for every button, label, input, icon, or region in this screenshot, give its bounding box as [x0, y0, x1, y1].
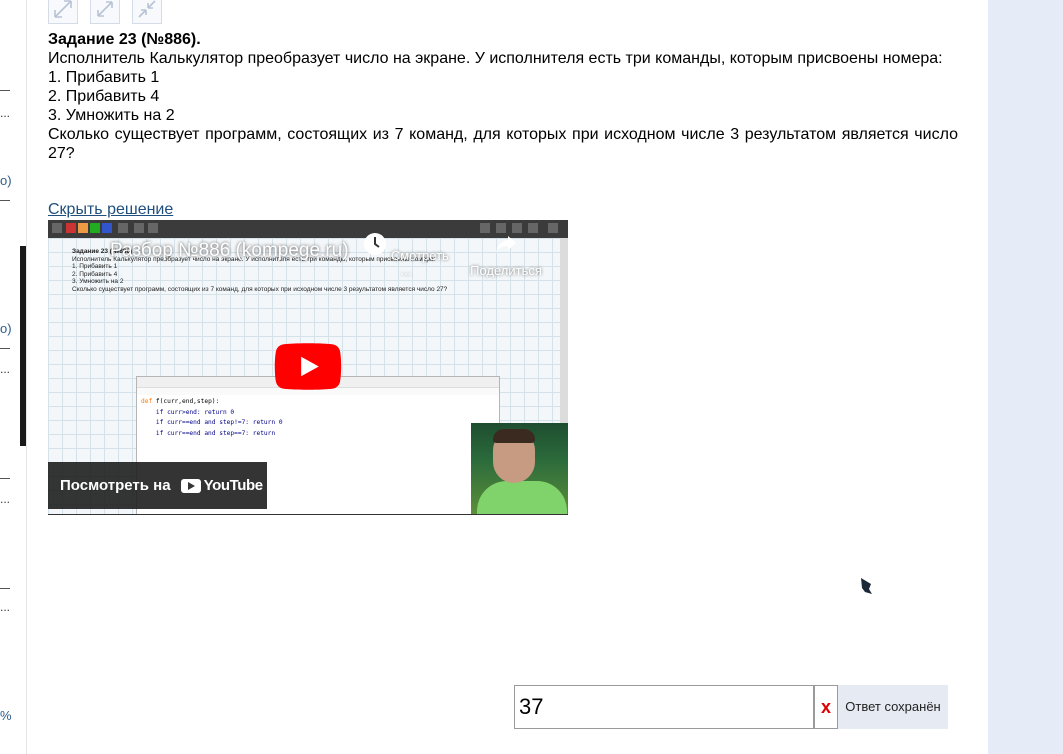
code-line: f(curr,end,step):	[152, 398, 220, 405]
video-task-line: 3. Умножить на 2	[72, 278, 124, 286]
watch-later-button[interactable]: Смотреть ...	[361, 232, 451, 278]
right-panel	[988, 0, 1063, 754]
youtube-logo: YouTube	[180, 477, 264, 494]
watch-on-label: Посмотреть на	[60, 477, 171, 494]
youtube-wordmark: YouTube	[203, 477, 264, 494]
divider	[0, 200, 10, 201]
divider	[0, 90, 10, 91]
divider	[0, 478, 10, 479]
task-question: Сколько существует программ, состоящих и…	[48, 126, 958, 162]
view-toolbar	[48, 0, 162, 24]
sidebar-fragment[interactable]: %	[0, 708, 12, 723]
collapse-diagonal-icon[interactable]	[132, 0, 162, 24]
webcam-overlay	[471, 423, 568, 514]
sidebar-fragment: ...	[0, 362, 11, 376]
code-line: if curr==end and step==7: return	[155, 429, 276, 437]
code-keyword: def	[141, 398, 153, 405]
video-task-line: 2. Прибавить 4	[72, 270, 118, 278]
task-command-2: 2. Прибавить 4	[48, 88, 160, 105]
left-sidebar: ... о) о) ... ... ... %	[0, 0, 27, 754]
code-line: if curr>end: return 0	[155, 408, 235, 416]
answer-input[interactable]: 37	[514, 685, 814, 729]
clear-answer-button[interactable]: x	[814, 685, 838, 729]
divider	[0, 588, 10, 589]
sidebar-fragment[interactable]: о)	[0, 321, 12, 336]
task-statement: Задание 23 (№886). Исполнитель Калькулят…	[48, 30, 958, 163]
expand-diagonal-icon[interactable]	[48, 0, 78, 24]
sidebar-fragment: ...	[0, 492, 11, 506]
share-button[interactable]: Поделиться	[461, 232, 551, 278]
sidebar-fragment[interactable]: о)	[0, 173, 12, 188]
video-task-line: Сколько существует программ, состоящих и…	[72, 285, 448, 293]
play-icon[interactable]	[274, 343, 342, 390]
watch-on-youtube-button[interactable]: Посмотреть на YouTube	[48, 462, 267, 509]
share-label: Поделиться	[470, 263, 542, 278]
task-command-3: 3. Умножить на 2	[48, 107, 175, 124]
video-task-line: 1. Прибавить 1	[72, 263, 118, 271]
webcam-shirt	[477, 481, 567, 514]
code-line: if curr==end and step!=7: return 0	[155, 419, 283, 426]
code-block: def f(curr,end,step): if curr>end: retur…	[141, 397, 499, 439]
hide-solution-link[interactable]: Скрыть решение	[48, 201, 173, 219]
watch-later-label: Смотреть ...	[390, 248, 449, 278]
resize-diagonal-icon[interactable]	[90, 0, 120, 24]
clock-icon	[364, 233, 387, 255]
sidebar-fragment: ...	[0, 600, 11, 614]
video-title[interactable]: Разбор №886 (kompege.ru)	[110, 240, 349, 262]
answer-saved-status: Ответ сохранён	[838, 685, 948, 729]
mouse-cursor-icon	[861, 578, 872, 594]
youtube-play-icon	[180, 478, 201, 493]
share-arrow-icon	[496, 236, 516, 253]
sidebar-scroll-indicator	[20, 246, 26, 446]
sidebar-fragment: ...	[0, 106, 11, 120]
task-command-1: 1. Прибавить 1	[48, 69, 160, 86]
task-text: Исполнитель Калькулятор преобразует числ…	[48, 50, 943, 67]
divider	[0, 348, 10, 349]
webcam-hair	[493, 429, 535, 443]
video-player[interactable]: Задание 23 (№886) Исполнитель Калькулято…	[48, 220, 568, 515]
task-title: Задание 23 (№886).	[48, 31, 201, 48]
